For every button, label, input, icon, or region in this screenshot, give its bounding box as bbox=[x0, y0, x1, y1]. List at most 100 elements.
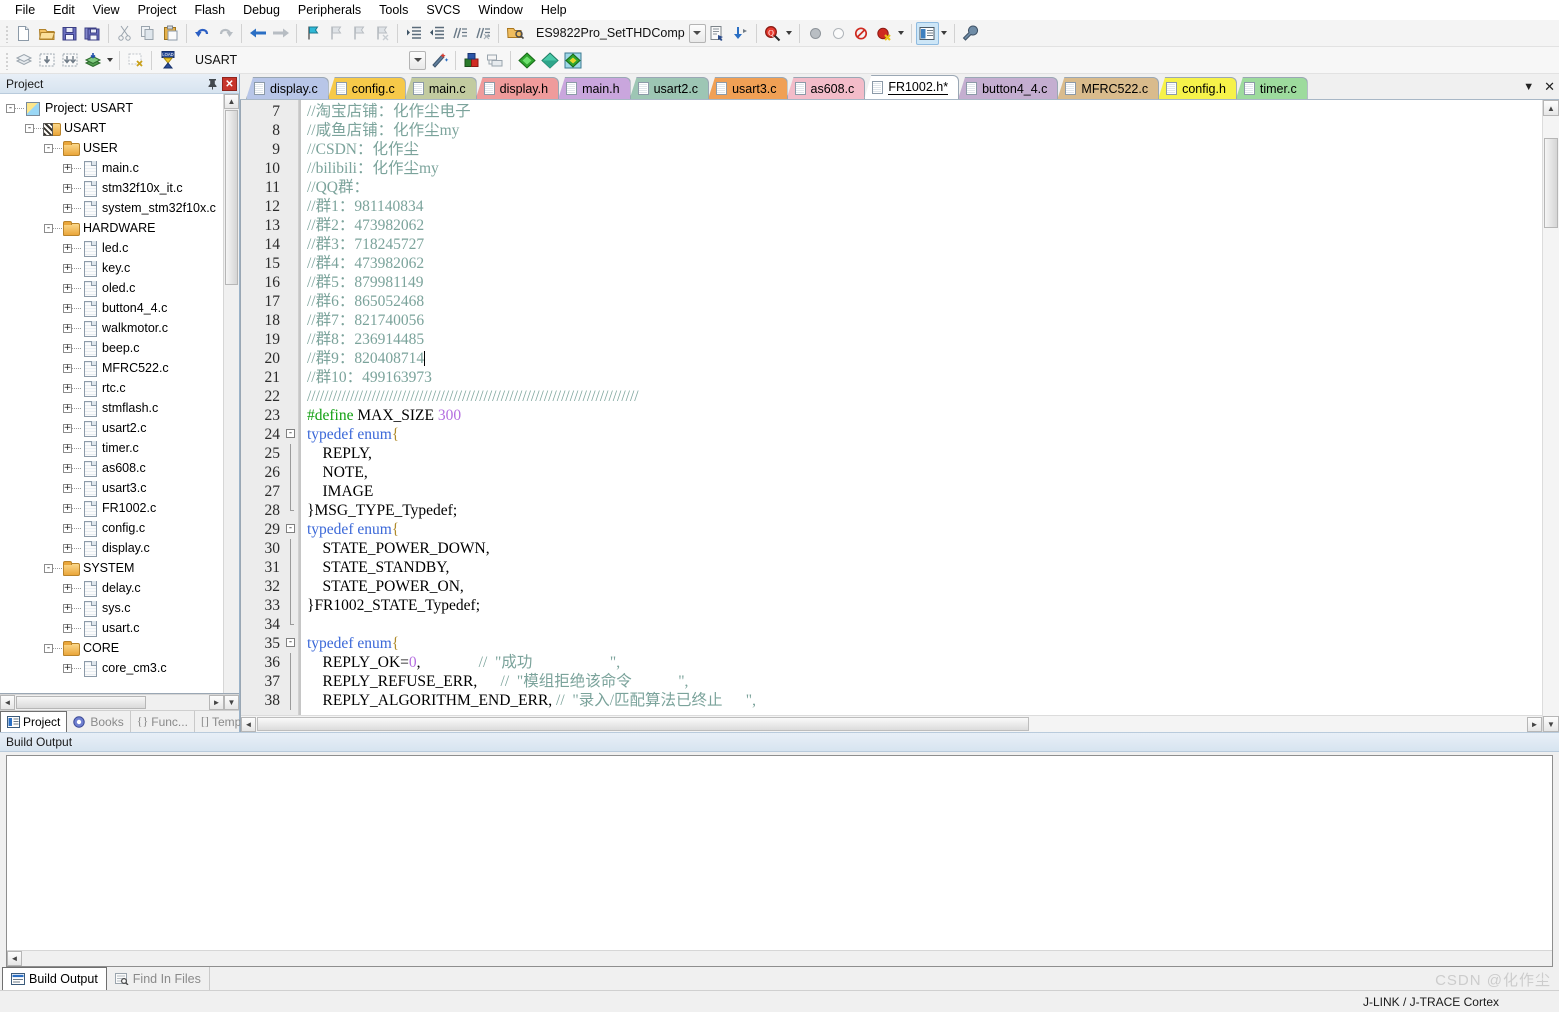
fold-marker[interactable]: - bbox=[285, 520, 298, 539]
fold-marker[interactable]: - bbox=[285, 634, 298, 653]
menu-item-view[interactable]: View bbox=[84, 0, 129, 20]
target-selector-dropdown[interactable] bbox=[409, 50, 426, 70]
uncomment-icon[interactable] bbox=[471, 22, 494, 45]
open-project-icon[interactable] bbox=[503, 22, 526, 45]
tree-item-fr1002-c[interactable]: + FR1002.c bbox=[0, 498, 223, 518]
tree-item-timer-c[interactable]: + timer.c bbox=[0, 438, 223, 458]
menu-item-flash[interactable]: Flash bbox=[185, 0, 234, 20]
tree-item-hardware[interactable]: - HARDWARE bbox=[0, 218, 223, 238]
menu-item-edit[interactable]: Edit bbox=[44, 0, 84, 20]
editor-tab-display-h[interactable]: display.h bbox=[475, 77, 560, 99]
scroll-up-button[interactable]: ▲ bbox=[224, 94, 239, 109]
expand-toggle-icon[interactable]: + bbox=[63, 363, 72, 373]
expand-toggle-icon[interactable]: + bbox=[63, 463, 72, 473]
panel-tab-functions[interactable]: {} Func... bbox=[131, 711, 195, 732]
open-file-icon[interactable] bbox=[35, 22, 58, 45]
collapse-toggle-icon[interactable]: - bbox=[6, 103, 15, 113]
build-output-body[interactable]: ◄ bbox=[6, 755, 1553, 967]
tab-build-output[interactable]: Build Output bbox=[2, 967, 107, 990]
menu-item-help[interactable]: Help bbox=[532, 0, 576, 20]
code-text-area[interactable]: //淘宝店铺：化作尘电子 //咸鱼店铺：化作尘my //CSDN：化作尘 //bili… bbox=[299, 100, 1542, 715]
editor-vscrollbar[interactable]: ▲ ▼ bbox=[1542, 100, 1559, 732]
expand-toggle-icon[interactable]: + bbox=[63, 283, 72, 293]
configuration-wrench-icon[interactable] bbox=[959, 22, 982, 45]
bookmark-clear-icon[interactable] bbox=[370, 22, 393, 45]
editor-tab-fr1002-h-[interactable]: FR1002.h* bbox=[864, 75, 960, 99]
editor-tab-usart2-c[interactable]: usart2.c bbox=[629, 77, 710, 99]
scroll-left-button[interactable]: ◄ bbox=[0, 695, 15, 710]
tree-item-core-cm3-c[interactable]: + core_cm3.c bbox=[0, 658, 223, 678]
expand-toggle-icon[interactable]: + bbox=[63, 403, 72, 413]
toolbar-grip[interactable] bbox=[4, 23, 10, 43]
new-file-icon[interactable] bbox=[12, 22, 35, 45]
project-tree-hscrollbar[interactable]: ◄ ► ▼ bbox=[0, 694, 239, 710]
manage-multi-project-icon[interactable] bbox=[483, 49, 506, 72]
tree-item-sys-c[interactable]: + sys.c bbox=[0, 598, 223, 618]
outdent-icon[interactable] bbox=[425, 22, 448, 45]
tree-item-delay-c[interactable]: + delay.c bbox=[0, 578, 223, 598]
batch-build-icon[interactable] bbox=[81, 49, 104, 72]
navigate-back-icon[interactable] bbox=[246, 22, 269, 45]
expand-toggle-icon[interactable]: + bbox=[63, 203, 72, 213]
scroll-thumb[interactable] bbox=[225, 110, 238, 285]
editor-vscroll-thumb[interactable] bbox=[1544, 138, 1558, 228]
tree-item-beep-c[interactable]: + beep.c bbox=[0, 338, 223, 358]
expand-toggle-icon[interactable]: + bbox=[63, 243, 72, 253]
expand-toggle-icon[interactable]: + bbox=[63, 423, 72, 433]
tree-item-rtc-c[interactable]: + rtc.c bbox=[0, 378, 223, 398]
build-scroll-left-button[interactable]: ◄ bbox=[7, 951, 22, 966]
editor-tab-main-h[interactable]: main.h bbox=[558, 77, 631, 99]
close-icon[interactable]: ✕ bbox=[222, 76, 237, 91]
editor-hscroll-thumb[interactable] bbox=[257, 717, 1029, 731]
tree-item-as608-c[interactable]: + as608.c bbox=[0, 458, 223, 478]
stop-build-icon[interactable] bbox=[124, 49, 147, 72]
function-selector[interactable]: ES9822Pro_SetTHDComp bbox=[530, 23, 706, 44]
navigate-forward-icon[interactable] bbox=[269, 22, 292, 45]
editor-body[interactable]: 7 8 9 10 11 12 13 14 15 16 17 18 19 20 21 22 23 24 25 26 27 2… bbox=[241, 100, 1542, 715]
project-tree[interactable]: - Project: USART - USART - USER + main.c + stm32f… bbox=[0, 94, 223, 693]
expand-toggle-icon[interactable]: + bbox=[63, 663, 72, 673]
tree-item-config-c[interactable]: + config.c bbox=[0, 518, 223, 538]
copy-icon[interactable] bbox=[136, 22, 159, 45]
tree-item-button4-4-c[interactable]: + button4_4.c bbox=[0, 298, 223, 318]
expand-toggle-icon[interactable]: + bbox=[63, 343, 72, 353]
menu-item-file[interactable]: File bbox=[6, 0, 44, 20]
tree-item-usart2-c[interactable]: + usart2.c bbox=[0, 418, 223, 438]
download-icon[interactable]: LOAD bbox=[156, 49, 179, 72]
breakpoint-insert-icon[interactable] bbox=[804, 22, 827, 45]
editor-tab-config-c[interactable]: config.c bbox=[327, 77, 406, 99]
translate-icon[interactable] bbox=[12, 49, 35, 72]
editor-tab-as608-c[interactable]: as608.c bbox=[786, 77, 866, 99]
breakpoint-enable-icon[interactable] bbox=[827, 22, 850, 45]
menu-item-svcs[interactable]: SVCS bbox=[417, 0, 469, 20]
breakpoint-disable-all-icon[interactable] bbox=[850, 22, 873, 45]
window-layout-icon[interactable] bbox=[915, 21, 939, 45]
tree-item-usart3-c[interactable]: + usart3.c bbox=[0, 478, 223, 498]
collapse-toggle-icon[interactable]: - bbox=[44, 563, 53, 573]
expand-toggle-icon[interactable]: + bbox=[63, 443, 72, 453]
code-folding-column[interactable]: - - - bbox=[285, 100, 299, 715]
redo-icon[interactable] bbox=[214, 22, 237, 45]
collapse-toggle-icon[interactable]: - bbox=[44, 143, 53, 153]
panel-tab-books[interactable]: Books bbox=[67, 711, 131, 732]
expand-toggle-icon[interactable]: + bbox=[63, 483, 72, 493]
scroll-thumb-h[interactable] bbox=[16, 696, 146, 709]
build-icon[interactable] bbox=[35, 49, 58, 72]
fold-marker[interactable]: - bbox=[285, 425, 298, 444]
find-dropdown-arrow[interactable] bbox=[784, 22, 795, 45]
toolbar-grip[interactable] bbox=[4, 50, 10, 70]
tree-item-key-c[interactable]: + key.c bbox=[0, 258, 223, 278]
scroll-down-button[interactable]: ▼ bbox=[224, 695, 239, 710]
expand-toggle-icon[interactable]: + bbox=[63, 163, 72, 173]
tree-item-system[interactable]: - SYSTEM bbox=[0, 558, 223, 578]
editor-tab-main-c[interactable]: main.c bbox=[404, 77, 477, 99]
tab-find-in-files[interactable]: Find In Files bbox=[107, 967, 210, 990]
collapse-toggle-icon[interactable]: - bbox=[44, 643, 53, 653]
tree-item-stmflash-c[interactable]: + stmflash.c bbox=[0, 398, 223, 418]
expand-toggle-icon[interactable]: + bbox=[63, 583, 72, 593]
save-icon[interactable] bbox=[58, 22, 81, 45]
save-all-icon[interactable] bbox=[81, 22, 104, 45]
collapse-toggle-icon[interactable]: - bbox=[44, 223, 53, 233]
breakpoint-dropdown-arrow[interactable] bbox=[896, 22, 907, 45]
tree-item-led-c[interactable]: + led.c bbox=[0, 238, 223, 258]
